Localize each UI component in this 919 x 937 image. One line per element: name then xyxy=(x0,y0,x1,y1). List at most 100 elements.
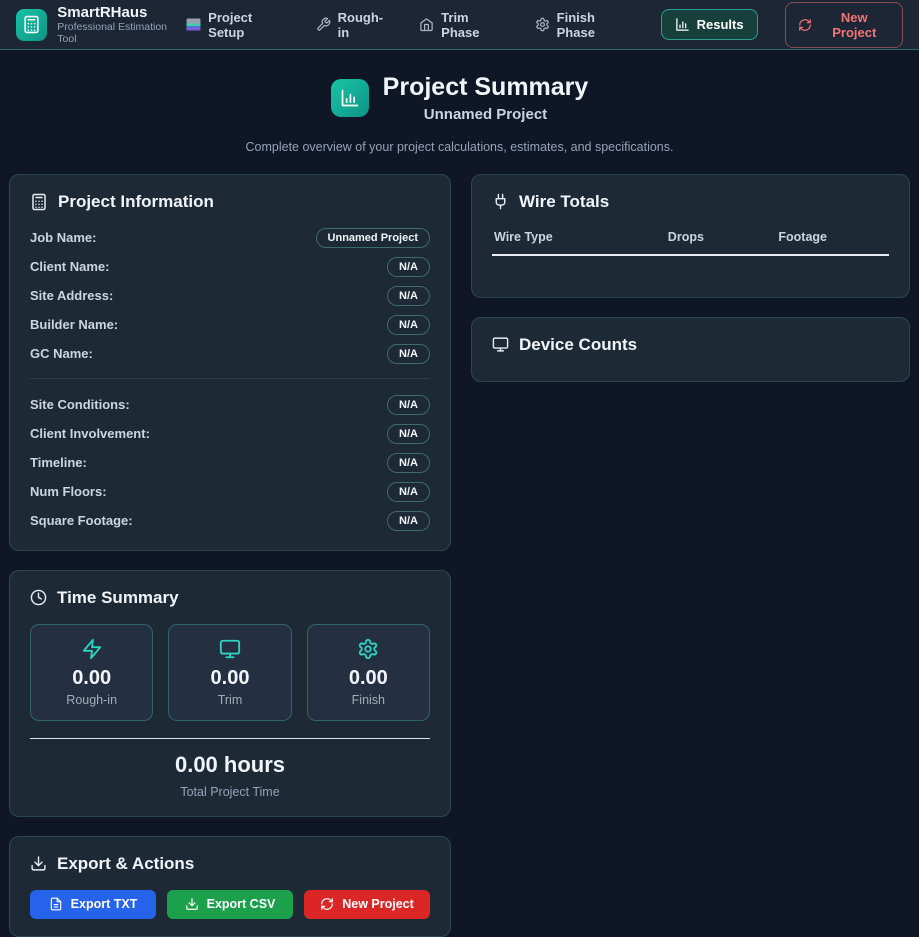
stat-label: Rough-in xyxy=(39,693,144,707)
button-label: Export CSV xyxy=(207,897,276,911)
bar-chart-icon xyxy=(675,17,690,32)
info-label: Job Name: xyxy=(30,230,96,245)
lightning-icon xyxy=(39,638,144,660)
wrench-icon xyxy=(316,17,331,32)
download-icon xyxy=(185,897,199,911)
clock-icon xyxy=(30,589,47,606)
nav-item-label: Trim Phase xyxy=(441,10,507,40)
value-badge: N/A xyxy=(387,482,430,502)
stat-value: 0.00 xyxy=(316,667,421,690)
value-badge: N/A xyxy=(387,511,430,531)
info-row-timeline: Timeline: N/A xyxy=(30,453,430,473)
value-badge: N/A xyxy=(387,257,430,277)
card-title: Export & Actions xyxy=(57,854,194,874)
wire-totals-card: Wire Totals Wire Type Drops Footage xyxy=(471,174,910,298)
card-title: Project Information xyxy=(58,192,214,212)
nav-item-trim-phase[interactable]: Trim Phase xyxy=(419,10,507,40)
info-row-client-name: Client Name: N/A xyxy=(30,257,430,277)
project-information-card: Project Information Job Name: Unnamed Pr… xyxy=(9,174,451,551)
time-summary-card: Time Summary 0.00 Rough-in 0.00 Trim 0.0… xyxy=(9,570,451,817)
stat-label: Trim xyxy=(177,693,282,707)
info-label: Num Floors: xyxy=(30,484,107,499)
refresh-icon xyxy=(320,897,334,911)
info-row-job-name: Job Name: Unnamed Project xyxy=(30,228,430,248)
bar-chart-icon xyxy=(340,88,360,108)
calculator-icon xyxy=(22,15,41,34)
card-title: Device Counts xyxy=(519,335,637,355)
info-label: Client Involvement: xyxy=(30,426,150,441)
divider xyxy=(30,738,430,739)
info-label: Site Conditions: xyxy=(30,397,130,412)
new-project-action-button[interactable]: New Project xyxy=(304,890,430,919)
total-hours-label: Total Project Time xyxy=(30,785,430,799)
app-title: SmartRHaus xyxy=(57,4,186,21)
info-label: GC Name: xyxy=(30,346,93,361)
nav-item-rough-in[interactable]: Rough-in xyxy=(316,10,393,40)
info-label: Builder Name: xyxy=(30,317,118,332)
device-counts-card: Device Counts xyxy=(471,317,910,382)
info-label: Site Address: xyxy=(30,288,113,303)
info-row-gc-name: GC Name: N/A xyxy=(30,344,430,364)
export-csv-button[interactable]: Export CSV xyxy=(167,890,293,919)
value-badge: N/A xyxy=(387,286,430,306)
stat-value: 0.00 xyxy=(177,667,282,690)
card-title: Time Summary xyxy=(57,588,179,608)
info-row-client-involvement: Client Involvement: N/A xyxy=(30,424,430,444)
info-label: Client Name: xyxy=(30,259,109,274)
card-title: Wire Totals xyxy=(519,192,609,212)
gear-icon xyxy=(316,638,421,660)
window-stripes-icon xyxy=(186,18,201,31)
value-badge: N/A xyxy=(387,315,430,335)
info-label: Timeline: xyxy=(30,455,87,470)
wire-totals-table-body xyxy=(492,272,889,280)
stat-trim: 0.00 Trim xyxy=(168,624,291,721)
new-project-label: New Project xyxy=(819,10,890,40)
value-badge: Unnamed Project xyxy=(316,228,430,248)
wire-totals-table-header: Wire Type Drops Footage xyxy=(492,228,889,256)
nav-item-finish-phase[interactable]: Finish Phase xyxy=(535,10,634,40)
value-badge: N/A xyxy=(387,344,430,364)
value-badge: N/A xyxy=(387,395,430,415)
button-label: Export TXT xyxy=(71,897,138,911)
stat-label: Finish xyxy=(316,693,421,707)
nav-item-label: Finish Phase xyxy=(557,10,634,40)
app-logo xyxy=(16,9,47,41)
monitor-icon xyxy=(177,638,282,660)
project-name-subtitle: Unnamed Project xyxy=(383,106,589,123)
info-row-site-address: Site Address: N/A xyxy=(30,286,430,306)
nav-item-label: Project Setup xyxy=(208,10,288,40)
nav-item-label: Rough-in xyxy=(338,10,393,40)
value-badge: N/A xyxy=(387,424,430,444)
column-header-footage: Footage xyxy=(778,230,889,244)
calculator-icon xyxy=(30,193,48,211)
app-subtitle: Professional Estimation Tool xyxy=(57,21,186,45)
gear-icon xyxy=(535,17,550,32)
column-header-wire-type: Wire Type xyxy=(494,230,668,244)
page-title: Project Summary xyxy=(383,74,589,102)
monitor-icon xyxy=(492,336,509,353)
download-icon xyxy=(30,855,47,872)
brand: SmartRHaus Professional Estimation Tool xyxy=(16,4,186,45)
column-header-drops: Drops xyxy=(668,230,779,244)
divider xyxy=(30,378,430,379)
export-txt-button[interactable]: Export TXT xyxy=(30,890,156,919)
value-badge: N/A xyxy=(387,453,430,473)
info-label: Square Footage: xyxy=(30,513,133,528)
home-icon xyxy=(419,17,434,32)
file-text-icon xyxy=(49,897,63,911)
results-button[interactable]: Results xyxy=(661,9,758,40)
stat-finish: 0.00 Finish xyxy=(307,624,430,721)
button-label: New Project xyxy=(342,897,414,911)
export-actions-card: Export & Actions Export TXT Export CSV N… xyxy=(9,836,451,937)
refresh-icon xyxy=(798,18,812,32)
info-row-builder-name: Builder Name: N/A xyxy=(30,315,430,335)
new-project-nav-button[interactable]: New Project xyxy=(785,2,903,48)
total-hours-value: 0.00 hours xyxy=(30,752,430,778)
info-row-square-footage: Square Footage: N/A xyxy=(30,511,430,531)
stat-rough-in: 0.00 Rough-in xyxy=(30,624,153,721)
plug-icon xyxy=(492,193,509,210)
info-row-num-floors: Num Floors: N/A xyxy=(30,482,430,502)
summary-icon-tile xyxy=(331,79,369,117)
nav-item-project-setup[interactable]: Project Setup xyxy=(186,10,288,40)
stat-value: 0.00 xyxy=(39,667,144,690)
